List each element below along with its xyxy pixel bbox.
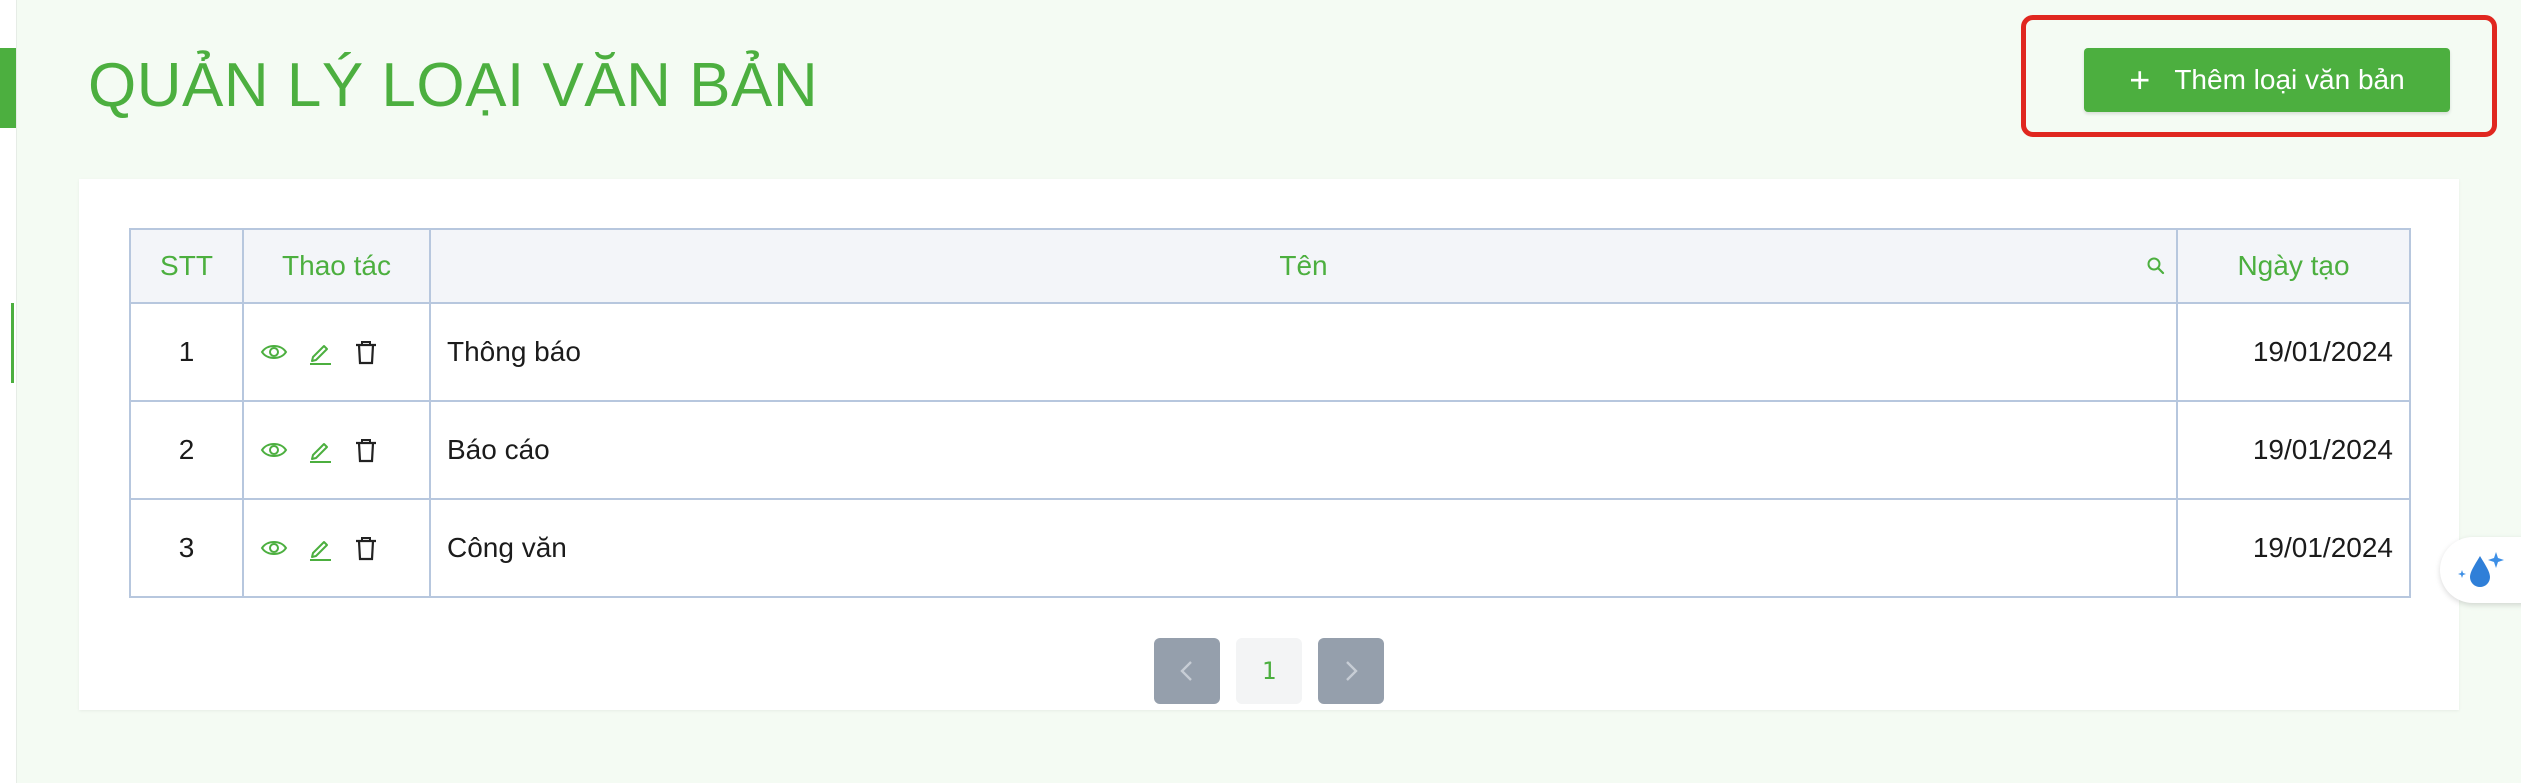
document-type-table: STT Thao tác Tên Ngày tạo 1 Thông báo 19… xyxy=(129,228,2411,598)
trash-icon[interactable] xyxy=(351,337,381,367)
floating-assistant-button[interactable] xyxy=(2440,537,2521,603)
table-row: 3 Công văn 19/01/2024 xyxy=(129,498,2411,598)
table-row: 2 Báo cáo 19/01/2024 xyxy=(129,400,2411,500)
eye-icon[interactable] xyxy=(259,337,289,367)
eye-icon[interactable] xyxy=(259,533,289,563)
plus-icon: + xyxy=(2129,59,2151,100)
column-header-name-label: Tên xyxy=(1279,250,1328,281)
trash-icon[interactable] xyxy=(351,533,381,563)
add-document-type-button[interactable]: + Thêm loại văn bản xyxy=(2084,48,2450,112)
cell-created: 19/01/2024 xyxy=(2176,302,2411,402)
column-header-actions: Thao tác xyxy=(242,228,431,304)
pagination: 1 xyxy=(1154,638,1384,704)
column-header-stt: STT xyxy=(129,228,244,304)
table-header-row: STT Thao tác Tên Ngày tạo xyxy=(129,228,2411,304)
sidebar-item-indicator[interactable] xyxy=(11,303,14,383)
table-card: STT Thao tác Tên Ngày tạo 1 Thông báo 19… xyxy=(79,179,2459,710)
cell-created: 19/01/2024 xyxy=(2176,498,2411,598)
column-header-created: Ngày tạo xyxy=(2176,228,2411,304)
edit-icon[interactable] xyxy=(305,435,335,465)
sidebar-rail xyxy=(0,0,17,783)
cell-name: Thông báo xyxy=(429,302,2178,402)
edit-icon[interactable] xyxy=(305,533,335,563)
prev-page-button[interactable] xyxy=(1154,638,1220,704)
next-page-button[interactable] xyxy=(1318,638,1384,704)
cell-stt: 3 xyxy=(129,498,244,598)
chevron-left-icon xyxy=(1180,661,1192,681)
trash-icon[interactable] xyxy=(351,435,381,465)
column-header-name: Tên xyxy=(429,228,2178,304)
search-icon[interactable] xyxy=(2144,254,2168,278)
water-drop-sparkle-icon xyxy=(2458,552,2504,587)
cell-actions xyxy=(242,302,431,402)
page: QUẢN LÝ LOẠI VĂN BẢN + Thêm loại văn bản… xyxy=(0,0,2521,783)
edit-icon[interactable] xyxy=(305,337,335,367)
chevron-right-icon xyxy=(1346,661,1358,681)
eye-icon[interactable] xyxy=(259,435,289,465)
cell-stt: 1 xyxy=(129,302,244,402)
table-row: 1 Thông báo 19/01/2024 xyxy=(129,302,2411,402)
cell-created: 19/01/2024 xyxy=(2176,400,2411,500)
cell-stt: 2 xyxy=(129,400,244,500)
cell-name: Công văn xyxy=(429,498,2178,598)
sidebar-active-marker[interactable] xyxy=(0,48,16,128)
page-number-button[interactable]: 1 xyxy=(1236,638,1302,704)
add-button-label: Thêm loại văn bản xyxy=(2174,64,2405,95)
cell-actions xyxy=(242,400,431,500)
cell-actions xyxy=(242,498,431,598)
page-title: QUẢN LÝ LOẠI VĂN BẢN xyxy=(88,51,819,120)
cell-name: Báo cáo xyxy=(429,400,2178,500)
